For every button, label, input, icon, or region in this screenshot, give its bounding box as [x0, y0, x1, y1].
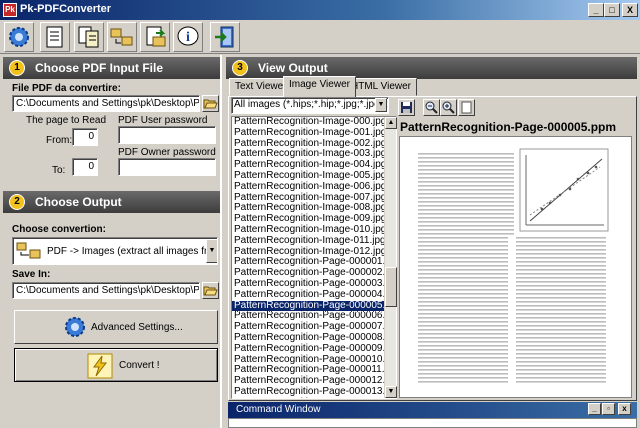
list-item[interactable]: PatternRecognition-Page-000004.ppm — [232, 289, 396, 301]
file-list-scrollbar[interactable]: ▲ ▼ — [384, 117, 397, 398]
tab-image-viewer[interactable]: Image Viewer — [283, 76, 356, 97]
dropdown-arrow-icon[interactable]: ▼ — [206, 239, 217, 263]
list-item[interactable]: PatternRecognition-Image-001.jpg — [232, 127, 396, 139]
preview-title: PatternRecognition-Page-000005.ppm — [400, 120, 617, 134]
to-page-input[interactable]: 0 — [72, 158, 98, 176]
page-preview-image — [414, 147, 610, 391]
from-page-input[interactable]: 0 — [72, 128, 98, 146]
step-badge: 3 — [232, 60, 248, 76]
command-minimize-button[interactable]: _ — [588, 403, 601, 415]
pdf-to-images-icon — [16, 242, 41, 259]
scroll-down-icon[interactable]: ▼ — [385, 386, 397, 398]
image-filter-value: All images (*.hips;*.hip;*.jpg;*.jpeg;*.… — [234, 99, 388, 110]
folder-open-icon — [203, 99, 218, 109]
convert-button[interactable] — [74, 22, 104, 52]
file-label: File PDF da convertire: — [12, 83, 121, 94]
convert-icon — [78, 26, 99, 48]
floppy-disk-icon — [401, 102, 412, 113]
owner-password-label: PDF Owner password — [118, 147, 216, 158]
save-image-button[interactable] — [398, 99, 415, 116]
zoom-out-button[interactable] — [423, 99, 440, 116]
command-close-button[interactable]: x — [618, 403, 631, 415]
output-section-header: 2 Choose Output — [3, 191, 220, 213]
view-section-title: View Output — [258, 61, 328, 75]
list-item[interactable]: PatternRecognition-Page-000009.ppm — [232, 343, 396, 355]
list-item[interactable]: PatternRecognition-Page-000014.ppm — [232, 397, 396, 398]
to-label: To: — [52, 165, 66, 176]
svg-text:i: i — [186, 30, 190, 45]
command-window-bar[interactable]: Command Window _ ▫ x — [228, 402, 637, 418]
window-title: Pk-PDFConverter — [20, 3, 112, 15]
browse-pdf-button[interactable] — [202, 95, 219, 112]
folder-open-icon — [203, 286, 218, 296]
command-window-title: Command Window — [236, 404, 321, 415]
image-filter-select[interactable]: All images (*.hips;*.hip;*.jpg;*.jpeg;*.… — [231, 97, 389, 114]
user-password-label: PDF User password — [118, 115, 208, 126]
advanced-settings-button[interactable]: Advanced Settings... — [14, 310, 218, 344]
zoom-in-button[interactable] — [440, 99, 457, 116]
advanced-settings-label: Advanced Settings... — [91, 322, 183, 333]
user-password-input[interactable] — [118, 126, 216, 144]
convert-label: Convert ! — [119, 360, 160, 371]
zoom-in-icon — [442, 101, 455, 114]
lightning-icon — [87, 353, 113, 379]
page-icon — [461, 101, 472, 114]
close-button[interactable]: X — [622, 3, 638, 17]
settings-icon — [9, 27, 29, 47]
page-preview — [399, 136, 632, 398]
export-button[interactable] — [140, 22, 170, 52]
convert-button-main[interactable]: Convert ! — [14, 348, 218, 382]
save-path-input[interactable]: C:\Documents and Settings\pk\Desktop\Pat… — [12, 282, 200, 299]
command-window-body[interactable] — [228, 418, 637, 428]
save-in-label: Save In: — [12, 269, 51, 280]
output-section-title: Choose Output — [35, 195, 122, 209]
document-button[interactable] — [40, 22, 70, 52]
input-section-header: 1 Choose PDF Input File — [3, 57, 220, 79]
folders-button[interactable] — [107, 22, 137, 52]
actual-size-button[interactable] — [458, 99, 475, 116]
toolbar: i — [0, 20, 640, 54]
scroll-thumb[interactable] — [385, 267, 397, 307]
list-item[interactable]: PatternRecognition-Image-006.jpg — [232, 181, 396, 193]
title-bar: Pk Pk-PDFConverter _ □ X — [0, 0, 640, 20]
exit-button[interactable] — [210, 22, 240, 52]
step-badge: 2 — [9, 194, 25, 210]
browse-output-button[interactable] — [202, 282, 219, 299]
exit-icon — [215, 26, 234, 48]
export-icon — [146, 26, 166, 47]
step-badge: 1 — [9, 60, 25, 76]
list-item[interactable]: PatternRecognition-Image-011.jpg — [232, 235, 396, 247]
settings-icon — [65, 317, 85, 337]
output-file-list[interactable]: PatternRecognition-Image-000.jpg PatternR… — [231, 116, 397, 399]
pdf-file-input[interactable]: C:\Documents and Settings\pk\Desktop\Pat… — [12, 95, 200, 112]
conversion-label: Choose convertion: — [12, 224, 106, 235]
settings-button[interactable] — [4, 22, 34, 52]
info-icon: i — [177, 26, 199, 46]
input-section-title: Choose PDF Input File — [35, 61, 163, 75]
info-button[interactable]: i — [173, 22, 203, 52]
app-icon: Pk — [3, 3, 17, 17]
command-restore-button[interactable]: ▫ — [602, 403, 615, 415]
from-label: From: — [46, 135, 73, 146]
folders-icon — [110, 28, 133, 46]
conversion-select[interactable]: PDF -> Images (extract all images from P… — [12, 237, 218, 265]
dropdown-arrow-icon[interactable]: ▼ — [375, 98, 387, 112]
zoom-out-icon — [425, 101, 438, 114]
scroll-up-icon[interactable]: ▲ — [385, 117, 397, 129]
owner-password-input[interactable] — [118, 158, 216, 176]
minimize-button[interactable]: _ — [588, 3, 604, 17]
maximize-button[interactable]: □ — [604, 3, 620, 17]
page-to-read-label: The page to Read — [26, 115, 107, 126]
conversion-value: PDF -> Images (extract all images from P… — [47, 246, 207, 257]
document-icon — [46, 26, 63, 48]
